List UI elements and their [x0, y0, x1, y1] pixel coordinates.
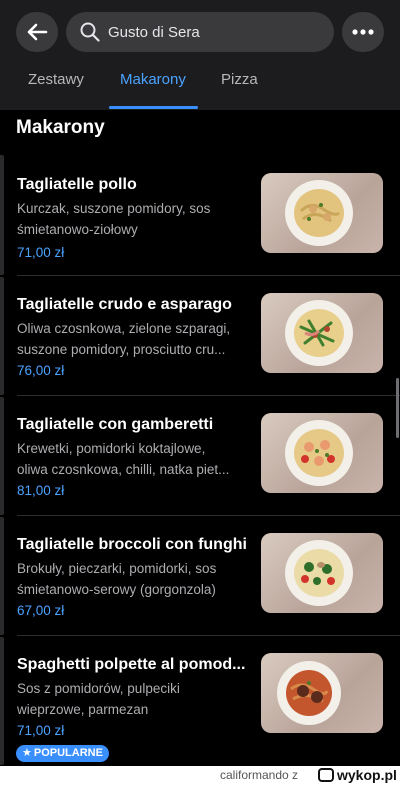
dish-photo [261, 533, 383, 613]
more-options-button[interactable] [342, 12, 384, 52]
section-title: Makarony [16, 117, 105, 138]
item-price: 67,00 zł [17, 603, 65, 618]
item-name: Tagliatelle pollo [17, 176, 137, 193]
watermark-footer: califormando z wykop.pl [0, 766, 400, 786]
item-description: Oliwa czosnkowa, zielone szparagi, suszo… [17, 321, 231, 357]
dish-photo [261, 653, 383, 733]
dish-photo [261, 293, 383, 373]
arrow-left-icon [27, 23, 48, 41]
item-name: Tagliatelle broccoli con funghi [17, 536, 247, 553]
tab-makarony[interactable]: Makarony [120, 71, 186, 88]
category-tabs: Zestawy Makarony Pizza [0, 62, 400, 110]
item-description: Kurczak, suszone pomidory, sos śmietanow… [17, 201, 211, 237]
star-icon: ★ [22, 747, 32, 759]
search-text: Gusto di Sera [108, 23, 200, 41]
item-price: 71,00 zł [17, 245, 65, 260]
search-icon [80, 22, 100, 42]
dish-photo [261, 413, 383, 493]
top-bar: Gusto di Sera Zestawy Makarony Pizza [0, 0, 400, 110]
menu-item[interactable]: Tagliatelle con gamberetti Krewetki, pom… [0, 396, 400, 516]
item-description: Sos z pomidorów, pulpeciki wieprzowe, pa… [17, 681, 180, 717]
badge-label: POPULARNE [33, 747, 103, 759]
menu-item[interactable]: Tagliatelle pollo Kurczak, suszone pomid… [0, 155, 400, 276]
item-price: 71,00 zł [17, 723, 65, 738]
wykop-logo-icon [318, 768, 334, 782]
menu-item[interactable]: Tagliatelle crudo e asparago Oliwa czosn… [0, 276, 400, 396]
item-price: 76,00 zł [17, 363, 65, 378]
item-description: Brokuły, pieczarki, pomidorki, sos śmiet… [17, 561, 217, 597]
more-icon [352, 29, 374, 35]
item-name: Tagliatelle con gamberetti [17, 416, 214, 433]
active-tab-indicator [109, 106, 198, 109]
menu-item[interactable]: Tagliatelle broccoli con funghi Brokuły,… [0, 516, 400, 636]
search-input[interactable]: Gusto di Sera [66, 12, 334, 52]
tab-zestawy[interactable]: Zestawy [28, 71, 84, 88]
tab-pizza[interactable]: Pizza [221, 71, 258, 88]
scrollbar[interactable] [396, 378, 399, 438]
popular-badge: ★ POPULARNE [16, 745, 109, 762]
item-description: Krewetki, pomidorki koktajlowe, oliwa cz… [17, 441, 230, 477]
item-name: Tagliatelle crudo e asparago [17, 296, 232, 313]
dish-photo [261, 173, 383, 253]
back-button[interactable] [16, 12, 58, 52]
item-name: Spaghetti polpette al pomod... [17, 656, 246, 673]
watermark-user: califormando z [220, 768, 299, 782]
item-price: 81,00 zł [17, 483, 65, 498]
watermark-brand: wykop.pl [318, 767, 397, 783]
